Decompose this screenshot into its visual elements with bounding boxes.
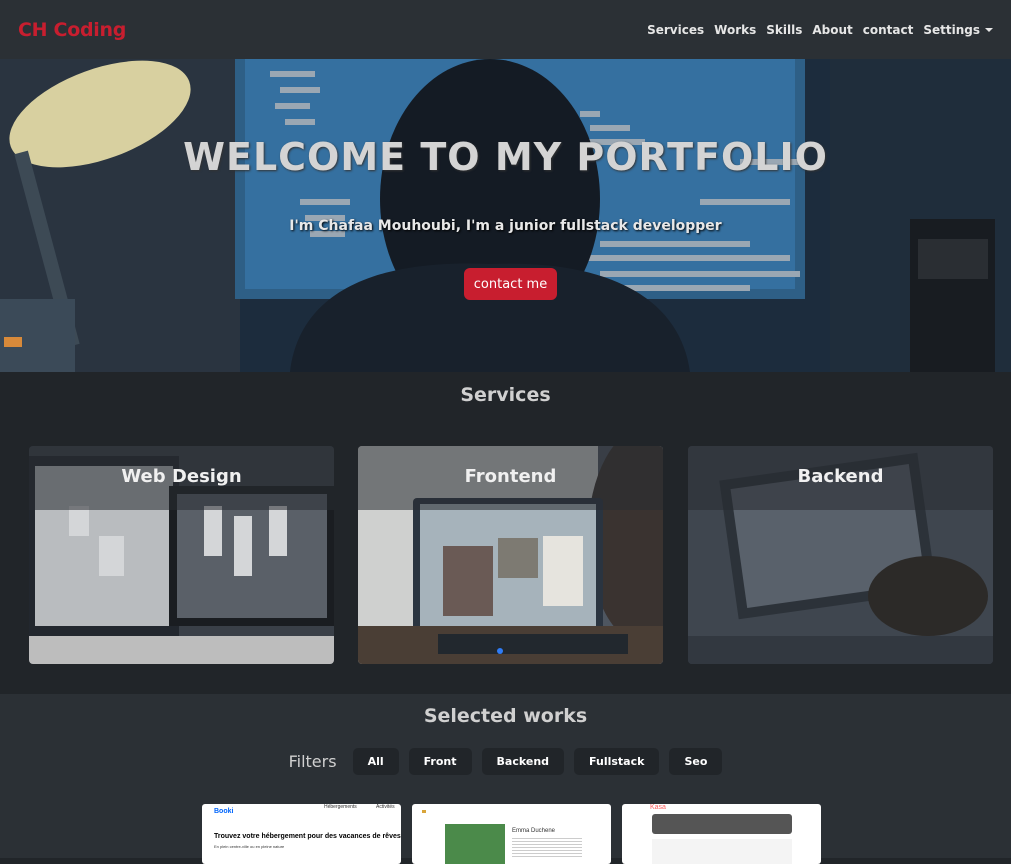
thumb-logo xyxy=(422,810,426,813)
chevron-down-icon xyxy=(985,28,993,32)
thumb-nav: Hébergements xyxy=(324,804,357,810)
hero-section: WELCOME TO MY PORTFOLIO I'm Chafaa Mouho… xyxy=(0,59,1011,372)
filter-all[interactable]: All xyxy=(352,748,399,775)
thumb-nav: Activités xyxy=(376,804,395,810)
thumb-heading: Emma Duchene xyxy=(512,828,556,834)
nav-contact[interactable]: contact xyxy=(863,23,914,37)
thumb-photo xyxy=(445,824,505,864)
filter-backend[interactable]: Backend xyxy=(481,748,565,775)
nav-settings-label: Settings xyxy=(923,22,980,37)
service-card-backend[interactable]: Backend xyxy=(688,446,993,664)
service-card-title: Backend xyxy=(797,466,884,487)
work-thumbnail-kasa[interactable]: Kasa xyxy=(622,804,821,864)
service-card-title: Frontend xyxy=(464,466,557,487)
service-card-frontend[interactable]: Frontend xyxy=(358,446,663,664)
services-section: Services Web Design Frontend Backend xyxy=(0,372,1011,694)
filter-fullstack[interactable]: Fullstack xyxy=(574,748,660,775)
filter-front[interactable]: Front xyxy=(408,748,472,775)
work-thumbnail-portfolio[interactable]: Emma Duchene xyxy=(412,804,611,864)
thumb-brand: Booki xyxy=(214,808,234,815)
nav-settings-dropdown[interactable]: Settings xyxy=(923,23,993,37)
thumb-sub: En plein centre-ville ou en pleine natur… xyxy=(214,844,285,849)
nav-skills[interactable]: Skills xyxy=(766,23,802,37)
navbar: CH Coding Services Works Skills About co… xyxy=(0,0,1011,59)
hero-background-illustration xyxy=(0,59,1011,372)
thumb-text-lines xyxy=(512,838,582,858)
hero-title: WELCOME TO MY PORTFOLIO xyxy=(183,135,828,179)
nav-about[interactable]: About xyxy=(812,23,852,37)
works-title: Selected works xyxy=(423,705,588,727)
contact-me-button[interactable]: contact me xyxy=(464,268,557,300)
thumb-gallery xyxy=(652,839,792,864)
nav-links: Services Works Skills About contact Sett… xyxy=(647,23,993,37)
service-card-web-design[interactable]: Web Design xyxy=(29,446,334,664)
filter-seo[interactable]: Seo xyxy=(669,748,723,775)
nav-services[interactable]: Services xyxy=(647,23,704,37)
hero-subtitle: I'm Chafaa Mouhoubi, I'm a junior fullst… xyxy=(289,218,722,234)
filter-bar: Filters All Front Backend Fullstack Seo xyxy=(0,748,1011,775)
services-title: Services xyxy=(460,384,551,406)
thumb-heading: Trouvez votre hébergement pour des vacan… xyxy=(214,833,401,840)
work-thumbnail-booki[interactable]: Booki Hébergements Activités Trouvez vot… xyxy=(202,804,401,864)
brand-logo[interactable]: CH Coding xyxy=(18,19,126,41)
thumb-banner xyxy=(652,814,792,834)
filters-label: Filters xyxy=(288,752,337,771)
nav-works[interactable]: Works xyxy=(714,23,756,37)
thumb-brand: Kasa xyxy=(650,804,666,811)
service-card-title: Web Design xyxy=(121,466,242,487)
works-section: Selected works Filters All Front Backend… xyxy=(0,694,1011,864)
